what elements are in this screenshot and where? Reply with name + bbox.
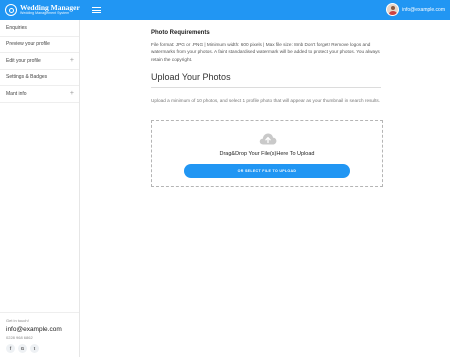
brand-title: Wedding Manager <box>20 2 80 12</box>
contact-phone: 0228 968 6862 <box>6 335 33 340</box>
photo-requirements-title: Photo Requirements <box>151 30 210 36</box>
file-dropzone[interactable]: Drag&Drop Your File(s)Here To Upload OR … <box>151 120 383 187</box>
google-icon[interactable]: G <box>18 344 27 353</box>
expand-plus-icon[interactable]: + <box>70 57 74 64</box>
upload-photos-title: Upload Your Photos <box>151 72 231 82</box>
get-in-touch-label: Get in touch! <box>6 318 29 323</box>
sidebar-item-preview-profile[interactable]: Preview your profile <box>0 37 79 53</box>
sidebar-item-mant-info[interactable]: Mant info + <box>0 86 79 103</box>
sidebar-item-enquiries[interactable]: Enquiries <box>0 20 79 37</box>
photo-requirements-text: File format: JPG or .PNG | Minimum width… <box>151 42 380 62</box>
sidebar-contact: Get in touch! info@example.com 0228 968 … <box>0 312 79 357</box>
avatar[interactable] <box>386 3 400 16</box>
user-email[interactable]: info@example.com <box>402 7 445 13</box>
sidebar-item-settings-badges[interactable]: Settings & Badges <box>0 70 79 86</box>
brand[interactable]: Wedding Manager Wedding Management Syste… <box>0 4 85 16</box>
social-links: f G t <box>6 344 73 353</box>
sidebar-item-label: Edit your profile <box>6 57 41 64</box>
upload-instructions: Upload a minimum of 10 photos, and selec… <box>151 98 381 103</box>
divider <box>151 87 381 88</box>
dropzone-label: Drag&Drop Your File(s)Here To Upload <box>219 151 315 157</box>
sidebar-item-label: Preview your profile <box>6 41 50 48</box>
sidebar-item-label: Mant info <box>6 90 27 97</box>
twitter-icon[interactable]: t <box>30 344 39 353</box>
select-file-button[interactable]: OR SELECT FILE TO UPLOAD <box>184 164 350 178</box>
user-menu[interactable]: info@example.com <box>386 3 445 16</box>
sidebar: Enquiries Preview your profile Edit your… <box>0 20 80 357</box>
menu-toggle-icon[interactable] <box>92 7 101 13</box>
sidebar-item-edit-profile[interactable]: Edit your profile + <box>0 53 79 70</box>
sidebar-item-label: Enquiries <box>6 24 27 31</box>
contact-email[interactable]: info@example.com <box>6 326 73 333</box>
brand-subtitle: Wedding Management System <box>20 11 70 16</box>
brand-logo-icon <box>5 4 17 16</box>
top-bar: Wedding Manager Wedding Management Syste… <box>0 0 450 20</box>
expand-plus-icon[interactable]: + <box>70 90 74 97</box>
cloud-upload-icon <box>259 133 277 145</box>
sidebar-item-label: Settings & Badges <box>6 74 48 81</box>
facebook-icon[interactable]: f <box>6 344 15 353</box>
